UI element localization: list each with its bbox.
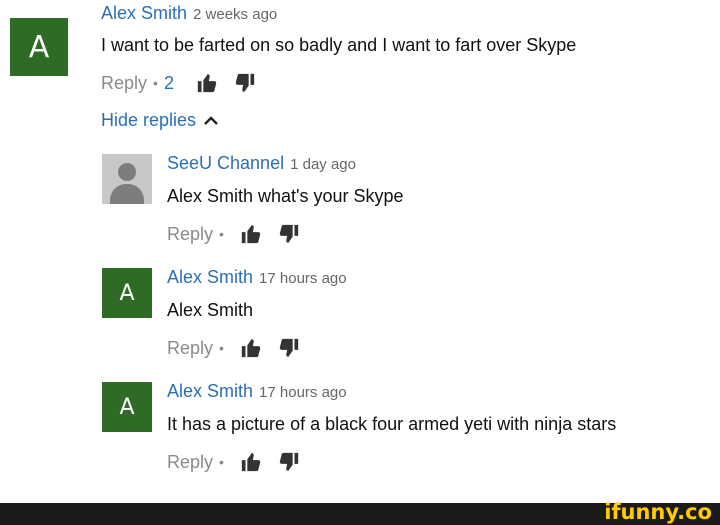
reply-actions: Reply •: [167, 451, 316, 473]
reply-text: Alex Smith what's your Skype: [167, 186, 404, 206]
author-name[interactable]: Alex Smith: [167, 381, 253, 401]
avatar-letter: A: [119, 280, 135, 306]
thumbs-up-icon[interactable]: [240, 451, 262, 473]
reply-header: Alex Smith 17 hours ago: [167, 381, 347, 402]
ifunny-watermark: ifunny.co: [604, 500, 712, 524]
separator-dot: •: [153, 75, 158, 91]
reply-actions: Reply •: [167, 337, 316, 359]
comment-header: Alex Smith 2 weeks ago: [101, 3, 277, 24]
default-avatar-head-icon: [118, 163, 136, 181]
reply-text: Alex Smith: [167, 300, 254, 320]
author-name[interactable]: Alex Smith: [101, 3, 187, 23]
avatar[interactable]: A: [102, 382, 152, 432]
thumbs-up-icon[interactable]: [240, 223, 262, 245]
separator-dot: •: [219, 340, 224, 356]
reply-actions: Reply •: [167, 223, 316, 245]
reply-item: A Alex Smith 17 hours ago It has a pictur…: [0, 378, 720, 483]
reply-button[interactable]: Reply: [167, 224, 213, 245]
reply-item: A Alex Smith 17 hours ago Alex Smith Repl…: [0, 264, 720, 369]
thumbs-up-icon[interactable]: [240, 337, 262, 359]
avatar[interactable]: [102, 154, 152, 204]
reply-button[interactable]: Reply: [167, 452, 213, 473]
reply-text: It has a picture of a black four armed y…: [167, 414, 617, 434]
chevron-up-icon: [204, 115, 218, 125]
author-name[interactable]: SeeU Channel: [167, 153, 284, 173]
timestamp[interactable]: 1 day ago: [290, 156, 356, 173]
avatar[interactable]: A: [102, 268, 152, 318]
author-name[interactable]: Alex Smith: [167, 267, 253, 287]
timestamp[interactable]: 2 weeks ago: [193, 6, 277, 23]
thumbs-down-icon[interactable]: [278, 337, 300, 359]
reply-header: Alex Smith 17 hours ago: [167, 267, 347, 288]
comment-thread: A Alex Smith 2 weeks ago I want to be far…: [0, 0, 720, 140]
thumbs-up-icon[interactable]: [196, 72, 218, 94]
avatar-letter: A: [28, 29, 50, 65]
default-avatar-body-icon: [110, 184, 144, 204]
reply-button[interactable]: Reply: [167, 338, 213, 359]
thumbs-down-icon[interactable]: [234, 72, 256, 94]
separator-dot: •: [219, 226, 224, 242]
reply-button[interactable]: Reply: [101, 73, 147, 94]
timestamp[interactable]: 17 hours ago: [259, 384, 347, 401]
thumbs-down-icon[interactable]: [278, 451, 300, 473]
timestamp[interactable]: 17 hours ago: [259, 270, 347, 287]
hide-replies-button[interactable]: Hide replies: [101, 110, 218, 131]
comment-actions: Reply • 2: [101, 72, 272, 94]
reply-count: 2: [163, 72, 174, 93]
watermark-bar: ifunny.co: [0, 500, 720, 525]
comment-text: I want to be farted on so badly and I wa…: [101, 35, 577, 55]
separator-dot: •: [219, 454, 224, 470]
reply-header: SeeU Channel 1 day ago: [167, 153, 356, 174]
hide-replies-label: Hide replies: [101, 110, 197, 130]
thumbs-down-icon[interactable]: [278, 223, 300, 245]
avatar-letter: A: [119, 394, 135, 420]
reply-item: SeeU Channel 1 day ago Alex Smith what's …: [0, 150, 720, 255]
avatar[interactable]: A: [10, 18, 68, 76]
